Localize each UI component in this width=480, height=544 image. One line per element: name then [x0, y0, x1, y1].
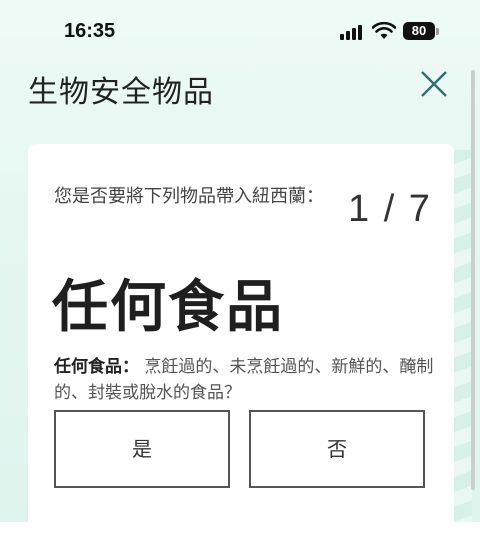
progress-counter: 1 / 7: [348, 188, 432, 230]
status-bar: 16:35 80: [0, 0, 480, 60]
signal-icon: [340, 24, 366, 40]
battery-tip: [436, 28, 439, 35]
scrollbar[interactable]: [471, 70, 475, 490]
item-title: 任何食品: [52, 275, 284, 340]
item-description: 任何食品： 烹飪過的、未烹飪過的、新鮮的、醃制的、封裝或脫水的食品？: [54, 354, 434, 406]
no-button[interactable]: 否: [249, 410, 425, 488]
decorative-pattern: [452, 150, 472, 522]
status-time: 16:35: [64, 20, 116, 42]
yes-button[interactable]: 是: [54, 410, 230, 488]
battery-icon: 80: [403, 22, 435, 40]
page-title: 生物安全物品: [28, 75, 214, 110]
close-icon[interactable]: [418, 68, 450, 100]
description-label: 任何食品：: [54, 357, 139, 377]
question-text: 您是否要將下列物品帶入紐西蘭：: [54, 186, 324, 207]
wifi-icon: [372, 22, 396, 39]
